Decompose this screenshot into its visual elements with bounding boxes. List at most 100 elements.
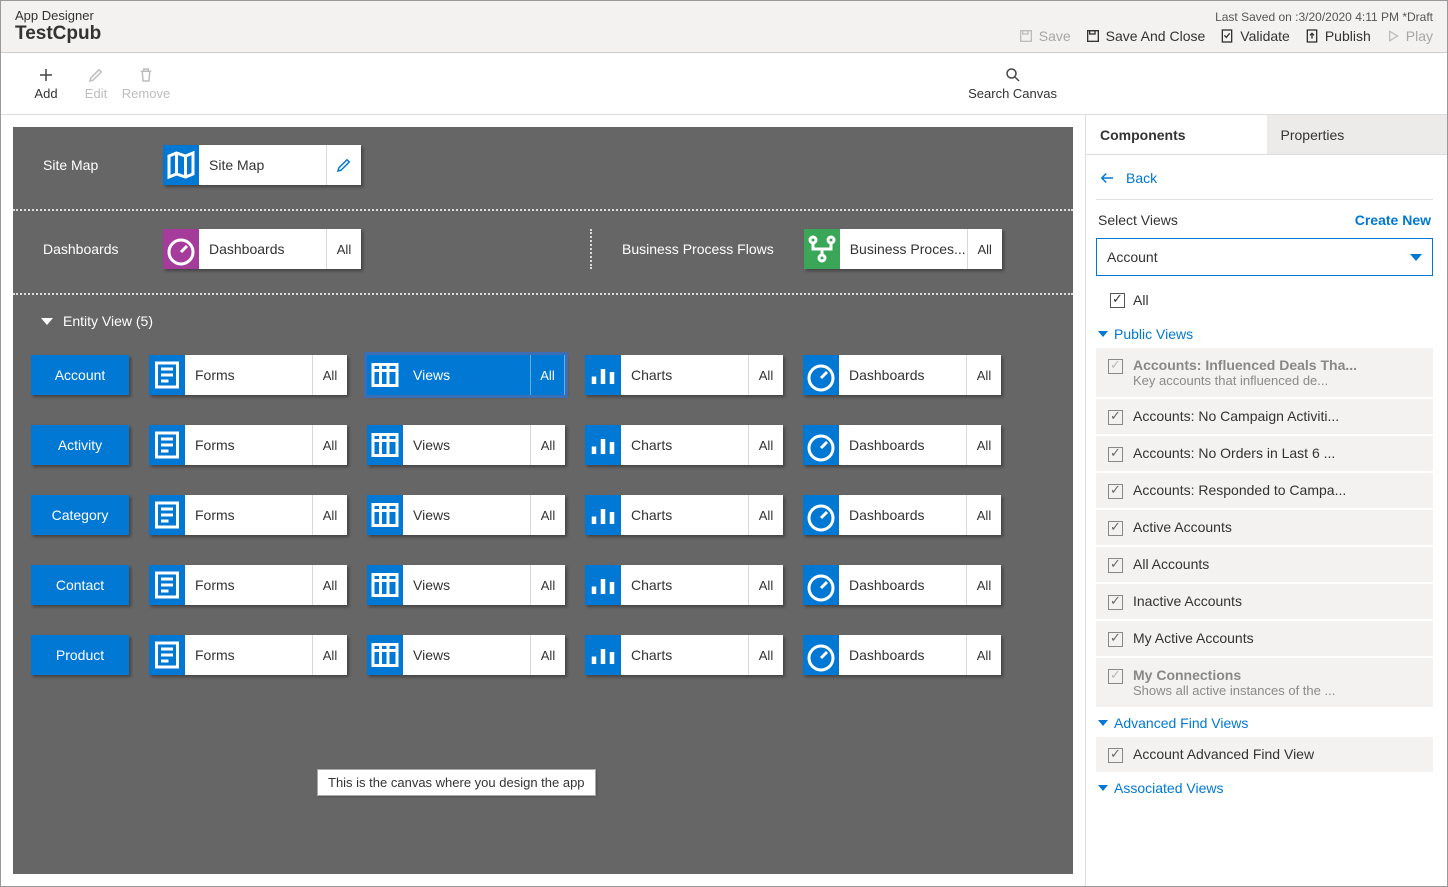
checkbox-icon: [1108, 484, 1123, 499]
charts-icon: [585, 425, 621, 465]
group-public-views[interactable]: Public Views: [1096, 320, 1433, 348]
add-button[interactable]: Add: [21, 66, 71, 101]
tile-contact-views[interactable]: ViewsAll: [367, 565, 565, 605]
last-saved: Last Saved on :3/20/2020 4:11 PM *Draft: [1018, 10, 1433, 24]
charts-icon: [585, 635, 621, 675]
tab-components[interactable]: Components: [1086, 115, 1267, 154]
charts-icon: [585, 355, 621, 395]
canvas-tooltip: This is the canvas where you design the …: [317, 769, 596, 796]
checkbox-icon: [1108, 359, 1123, 374]
charts-icon: [585, 495, 621, 535]
validate-icon: [1219, 28, 1235, 44]
tile-contact-charts[interactable]: ChartsAll: [585, 565, 783, 605]
forms-icon: [149, 565, 185, 605]
view-item[interactable]: Accounts: No Campaign Activiti...: [1096, 399, 1433, 434]
tab-properties[interactable]: Properties: [1267, 115, 1448, 154]
view-item[interactable]: All Accounts: [1096, 547, 1433, 582]
play-icon: [1385, 28, 1401, 44]
dashboards-label: Dashboards: [43, 241, 163, 257]
checkbox-icon: [1108, 748, 1123, 763]
bpf-tile[interactable]: Business Proces... All: [804, 229, 1002, 269]
chevron-down-icon: [41, 318, 53, 325]
group-advanced-find[interactable]: Advanced Find Views: [1096, 709, 1433, 737]
publish-button[interactable]: Publish: [1304, 28, 1371, 44]
save-button: Save: [1018, 28, 1071, 44]
trash-icon: [137, 66, 155, 84]
edit-button: Edit: [71, 66, 121, 101]
page-title: App Designer: [15, 8, 101, 23]
view-item[interactable]: My ConnectionsShows all active instances…: [1096, 658, 1433, 707]
right-panel: Components Properties Back Select Views …: [1085, 115, 1447, 886]
validate-button[interactable]: Validate: [1219, 28, 1290, 44]
checkbox-icon: [1108, 521, 1123, 536]
tile-category-forms[interactable]: FormsAll: [149, 495, 347, 535]
entity-contact[interactable]: Contact: [31, 565, 129, 605]
view-item[interactable]: Active Accounts: [1096, 510, 1433, 545]
tile-account-views[interactable]: ViewsAll: [367, 355, 565, 395]
arrow-left-icon: [1098, 169, 1116, 187]
tile-account-charts[interactable]: ChartsAll: [585, 355, 783, 395]
pencil-icon: [87, 66, 105, 84]
forms-icon: [149, 425, 185, 465]
view-item[interactable]: Accounts: Influenced Deals Tha...Key acc…: [1096, 348, 1433, 397]
view-item[interactable]: My Active Accounts: [1096, 621, 1433, 656]
tile-product-forms[interactable]: FormsAll: [149, 635, 347, 675]
view-item[interactable]: Accounts: Responded to Campa...: [1096, 473, 1433, 508]
map-icon: [163, 145, 199, 185]
tile-account-forms[interactable]: FormsAll: [149, 355, 347, 395]
bpf-label: Business Process Flows: [622, 241, 774, 257]
checkbox-icon: [1108, 669, 1123, 684]
entity-dropdown[interactable]: Account: [1096, 238, 1433, 276]
tile-product-dashboards[interactable]: DashboardsAll: [803, 635, 1001, 675]
tile-category-charts[interactable]: ChartsAll: [585, 495, 783, 535]
checkbox-icon: [1108, 595, 1123, 610]
tile-activity-charts[interactable]: ChartsAll: [585, 425, 783, 465]
toolbar: Add Edit Remove Search Canvas: [1, 53, 1447, 115]
tile-product-charts[interactable]: ChartsAll: [585, 635, 783, 675]
entity-category[interactable]: Category: [31, 495, 129, 535]
plus-icon: [37, 66, 55, 84]
save-close-icon: [1085, 28, 1101, 44]
view-item[interactable]: Inactive Accounts: [1096, 584, 1433, 619]
tile-contact-dashboards[interactable]: DashboardsAll: [803, 565, 1001, 605]
edit-sitemap-icon[interactable]: [327, 145, 361, 185]
dashboards-icon: [803, 635, 839, 675]
search-canvas-button[interactable]: Search Canvas: [968, 66, 1057, 101]
view-item[interactable]: Account Advanced Find View: [1096, 737, 1433, 772]
forms-icon: [149, 355, 185, 395]
dashboard-icon: [163, 229, 199, 269]
dashboards-icon: [803, 495, 839, 535]
save-and-close-button[interactable]: Save And Close: [1085, 28, 1206, 44]
entity-account[interactable]: Account: [31, 355, 129, 395]
forms-icon: [149, 635, 185, 675]
charts-icon: [585, 565, 621, 605]
back-button[interactable]: Back: [1096, 165, 1433, 200]
entity-activity[interactable]: Activity: [31, 425, 129, 465]
tile-activity-forms[interactable]: FormsAll: [149, 425, 347, 465]
publish-icon: [1304, 28, 1320, 44]
tile-category-dashboards[interactable]: DashboardsAll: [803, 495, 1001, 535]
entity-view-header[interactable]: Entity View (5): [13, 295, 1073, 339]
site-map-tile[interactable]: Site Map: [163, 145, 361, 185]
create-new-link[interactable]: Create New: [1355, 212, 1431, 228]
checkbox-icon: [1110, 293, 1125, 308]
tile-activity-views[interactable]: ViewsAll: [367, 425, 565, 465]
view-item[interactable]: Accounts: No Orders in Last 6 ...: [1096, 436, 1433, 471]
tile-category-views[interactable]: ViewsAll: [367, 495, 565, 535]
checkbox-icon: [1108, 558, 1123, 573]
dashboards-icon: [803, 425, 839, 465]
design-canvas[interactable]: Site Map Site Map Dashboards Dashboards: [13, 127, 1073, 874]
group-associated[interactable]: Associated Views: [1096, 774, 1433, 802]
tile-activity-dashboards[interactable]: DashboardsAll: [803, 425, 1001, 465]
views-icon: [367, 635, 403, 675]
dashboards-icon: [803, 565, 839, 605]
checkbox-icon: [1108, 447, 1123, 462]
dashboards-tile[interactable]: Dashboards All: [163, 229, 361, 269]
all-checkbox-row[interactable]: All: [1096, 288, 1433, 320]
tile-account-dashboards[interactable]: DashboardsAll: [803, 355, 1001, 395]
chevron-down-icon: [1410, 254, 1422, 261]
tile-contact-forms[interactable]: FormsAll: [149, 565, 347, 605]
checkbox-icon: [1108, 632, 1123, 647]
tile-product-views[interactable]: ViewsAll: [367, 635, 565, 675]
entity-product[interactable]: Product: [31, 635, 129, 675]
